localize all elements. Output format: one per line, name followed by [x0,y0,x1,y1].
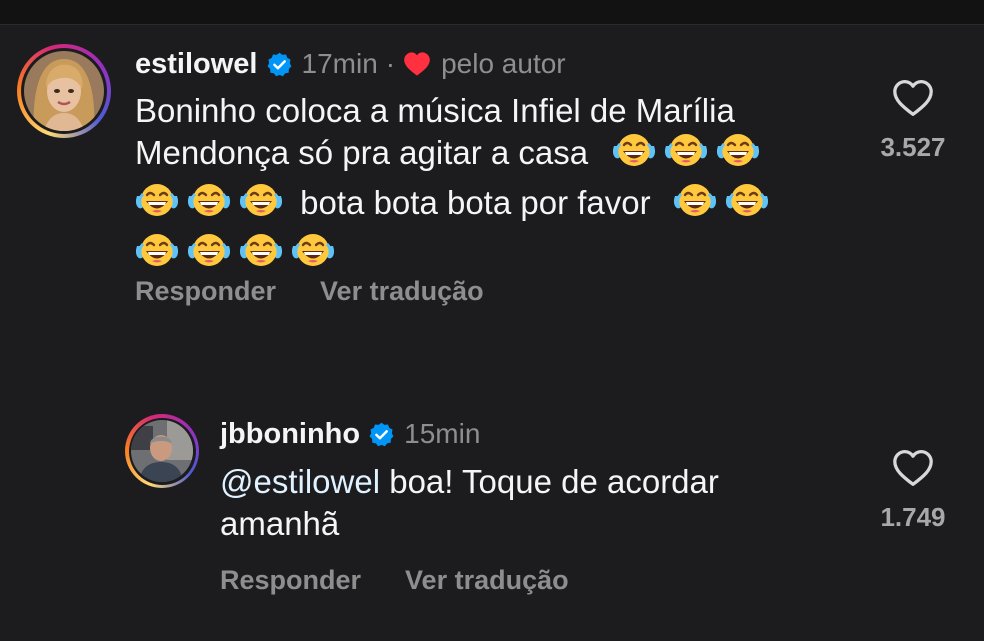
comment-jbboninho: jbboninho 15min @estilowel boa! Toque de… [0,400,984,641]
laughing-tears-emoji-icon [239,232,283,268]
see-translation-button[interactable]: Ver tradução [320,276,484,307]
comment-line-text: Mendonça só pra agitar a casa [135,134,589,171]
comment-actions: Responder Ver tradução [135,276,484,307]
comment-line: Boninho coloca a música Infiel de Maríli… [135,92,735,129]
see-translation-button[interactable]: Ver tradução [405,565,569,596]
laughing-tears-emoji-icon [291,232,335,268]
laughing-tears-emoji-icon [187,182,231,218]
username[interactable]: jbboninho [220,418,360,451]
like-column: 1.749 [868,448,958,533]
laughing-tears-emoji-icon [716,132,760,168]
comment-line: @estilowel boa! Toque de acordar [220,461,840,503]
comment-line: Mendonça só pra agitar a casa [135,132,835,182]
comment-text: Boninho coloca a música Infiel de Maríli… [135,90,835,278]
avatar-jbboninho[interactable] [125,414,199,488]
avatar-estilowel[interactable] [17,44,111,138]
verified-badge-icon [266,51,293,78]
comment-line-text: bota bota bota por favor [300,184,651,221]
comment-estilowel: estilowel 17min · pelo autor Boninho col… [0,0,984,330]
laughing-tears-emoji-icon [135,182,179,218]
comment-line: amanhã [220,505,340,542]
comment-text: @estilowel boa! Toque de acordar amanhã [220,461,840,545]
comment-time: 15min [404,418,481,449]
laughing-tears-emoji-icon [612,132,656,168]
laughing-tears-emoji-icon [187,232,231,268]
avatar-photo-icon [24,51,104,131]
like-column: 3.527 [868,78,958,163]
comment-header: estilowel 17min · pelo autor [135,44,566,84]
comment-time: 17min [301,48,378,79]
laughing-tears-emoji-icon [673,182,717,218]
laughing-tears-emoji-icon [135,232,179,268]
laughing-tears-emoji-icon [664,132,708,168]
laughing-tears-emoji-icon [239,182,283,218]
comment-line [135,232,835,278]
comment-line: bota bota bota por favor [135,182,835,232]
liked-by-author-label: pelo autor [441,48,566,79]
mention-link[interactable]: @estilowel [220,463,380,500]
reply-button[interactable]: Responder [220,565,361,596]
username[interactable]: estilowel [135,48,258,81]
avatar-photo-icon [131,420,193,482]
comment-header: jbboninho 15min [220,414,480,454]
verified-badge-icon [368,421,395,448]
liked-by-author-heart-icon [404,52,430,76]
like-count: 1.749 [880,502,946,532]
separator-dot: · [385,48,396,79]
heart-outline-icon[interactable] [891,448,935,488]
heart-outline-icon[interactable] [891,78,935,118]
comment-actions: Responder Ver tradução [220,565,569,596]
comment-line-text: boa! Toque de acordar [380,463,719,500]
like-count: 3.527 [880,132,946,162]
laughing-tears-emoji-icon [725,182,769,218]
reply-button[interactable]: Responder [135,276,276,307]
